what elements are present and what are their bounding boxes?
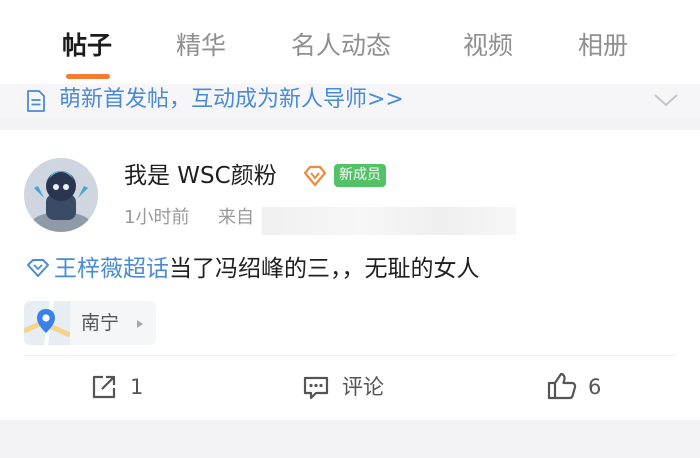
share-icon <box>92 375 116 399</box>
like-count: 6 <box>588 375 602 399</box>
repost-count: 1 <box>130 375 144 399</box>
author-name[interactable]: 我是 WSC颜粉 <box>124 160 277 192</box>
super-topic-icon <box>27 259 49 277</box>
thumbs-up-icon <box>547 372 577 400</box>
chevron-down-icon[interactable] <box>653 92 679 108</box>
newbie-notice-banner[interactable]: 萌新首发帖，互动成为新人导师>> <box>0 84 700 118</box>
super-topic-link[interactable]: 王梓薇超话 <box>54 256 169 282</box>
tab-featured[interactable]: 精华 <box>176 28 226 64</box>
map-pin-icon <box>24 301 70 345</box>
comment-label: 评论 <box>342 375 384 399</box>
tab-bar: 帖子 精华 名人动态 视频 相册 <box>0 0 700 84</box>
new-member-badge: 新成员 <box>334 164 386 187</box>
location-name: 南宁 <box>81 312 120 334</box>
feed-separator <box>0 420 700 458</box>
caret-right-icon <box>137 320 143 328</box>
tab-celebrity-updates[interactable]: 名人动态 <box>291 28 391 64</box>
tab-albums[interactable]: 相册 <box>578 28 628 64</box>
comment-icon <box>303 376 329 400</box>
repost-button[interactable]: 1 <box>90 370 150 404</box>
post-source-label: 来自 <box>218 207 254 228</box>
post-content: 王梓薇超话当了冯绍峰的三，，无耻的女人 <box>26 253 480 285</box>
section-divider <box>0 118 700 130</box>
tab-posts[interactable]: 帖子 <box>62 28 112 64</box>
notice-text[interactable]: 萌新首发帖，互动成为新人导师>> <box>59 85 404 115</box>
comment-button[interactable]: 评论 <box>302 370 398 404</box>
post-time: 1小时前 <box>124 207 190 228</box>
fan-level-badge-icon <box>303 165 327 187</box>
avatar[interactable] <box>24 158 98 232</box>
action-divider <box>24 355 676 356</box>
post-body-text: 当了冯绍峰的三，，无耻的女人 <box>169 256 480 282</box>
avatar-figure-image <box>24 158 98 232</box>
like-button[interactable]: 6 <box>546 370 610 404</box>
tab-videos[interactable]: 视频 <box>463 28 513 64</box>
location-tag[interactable]: 南宁 <box>24 301 156 345</box>
redacted-source <box>262 207 516 235</box>
document-icon <box>27 90 45 112</box>
active-tab-indicator <box>66 74 110 79</box>
